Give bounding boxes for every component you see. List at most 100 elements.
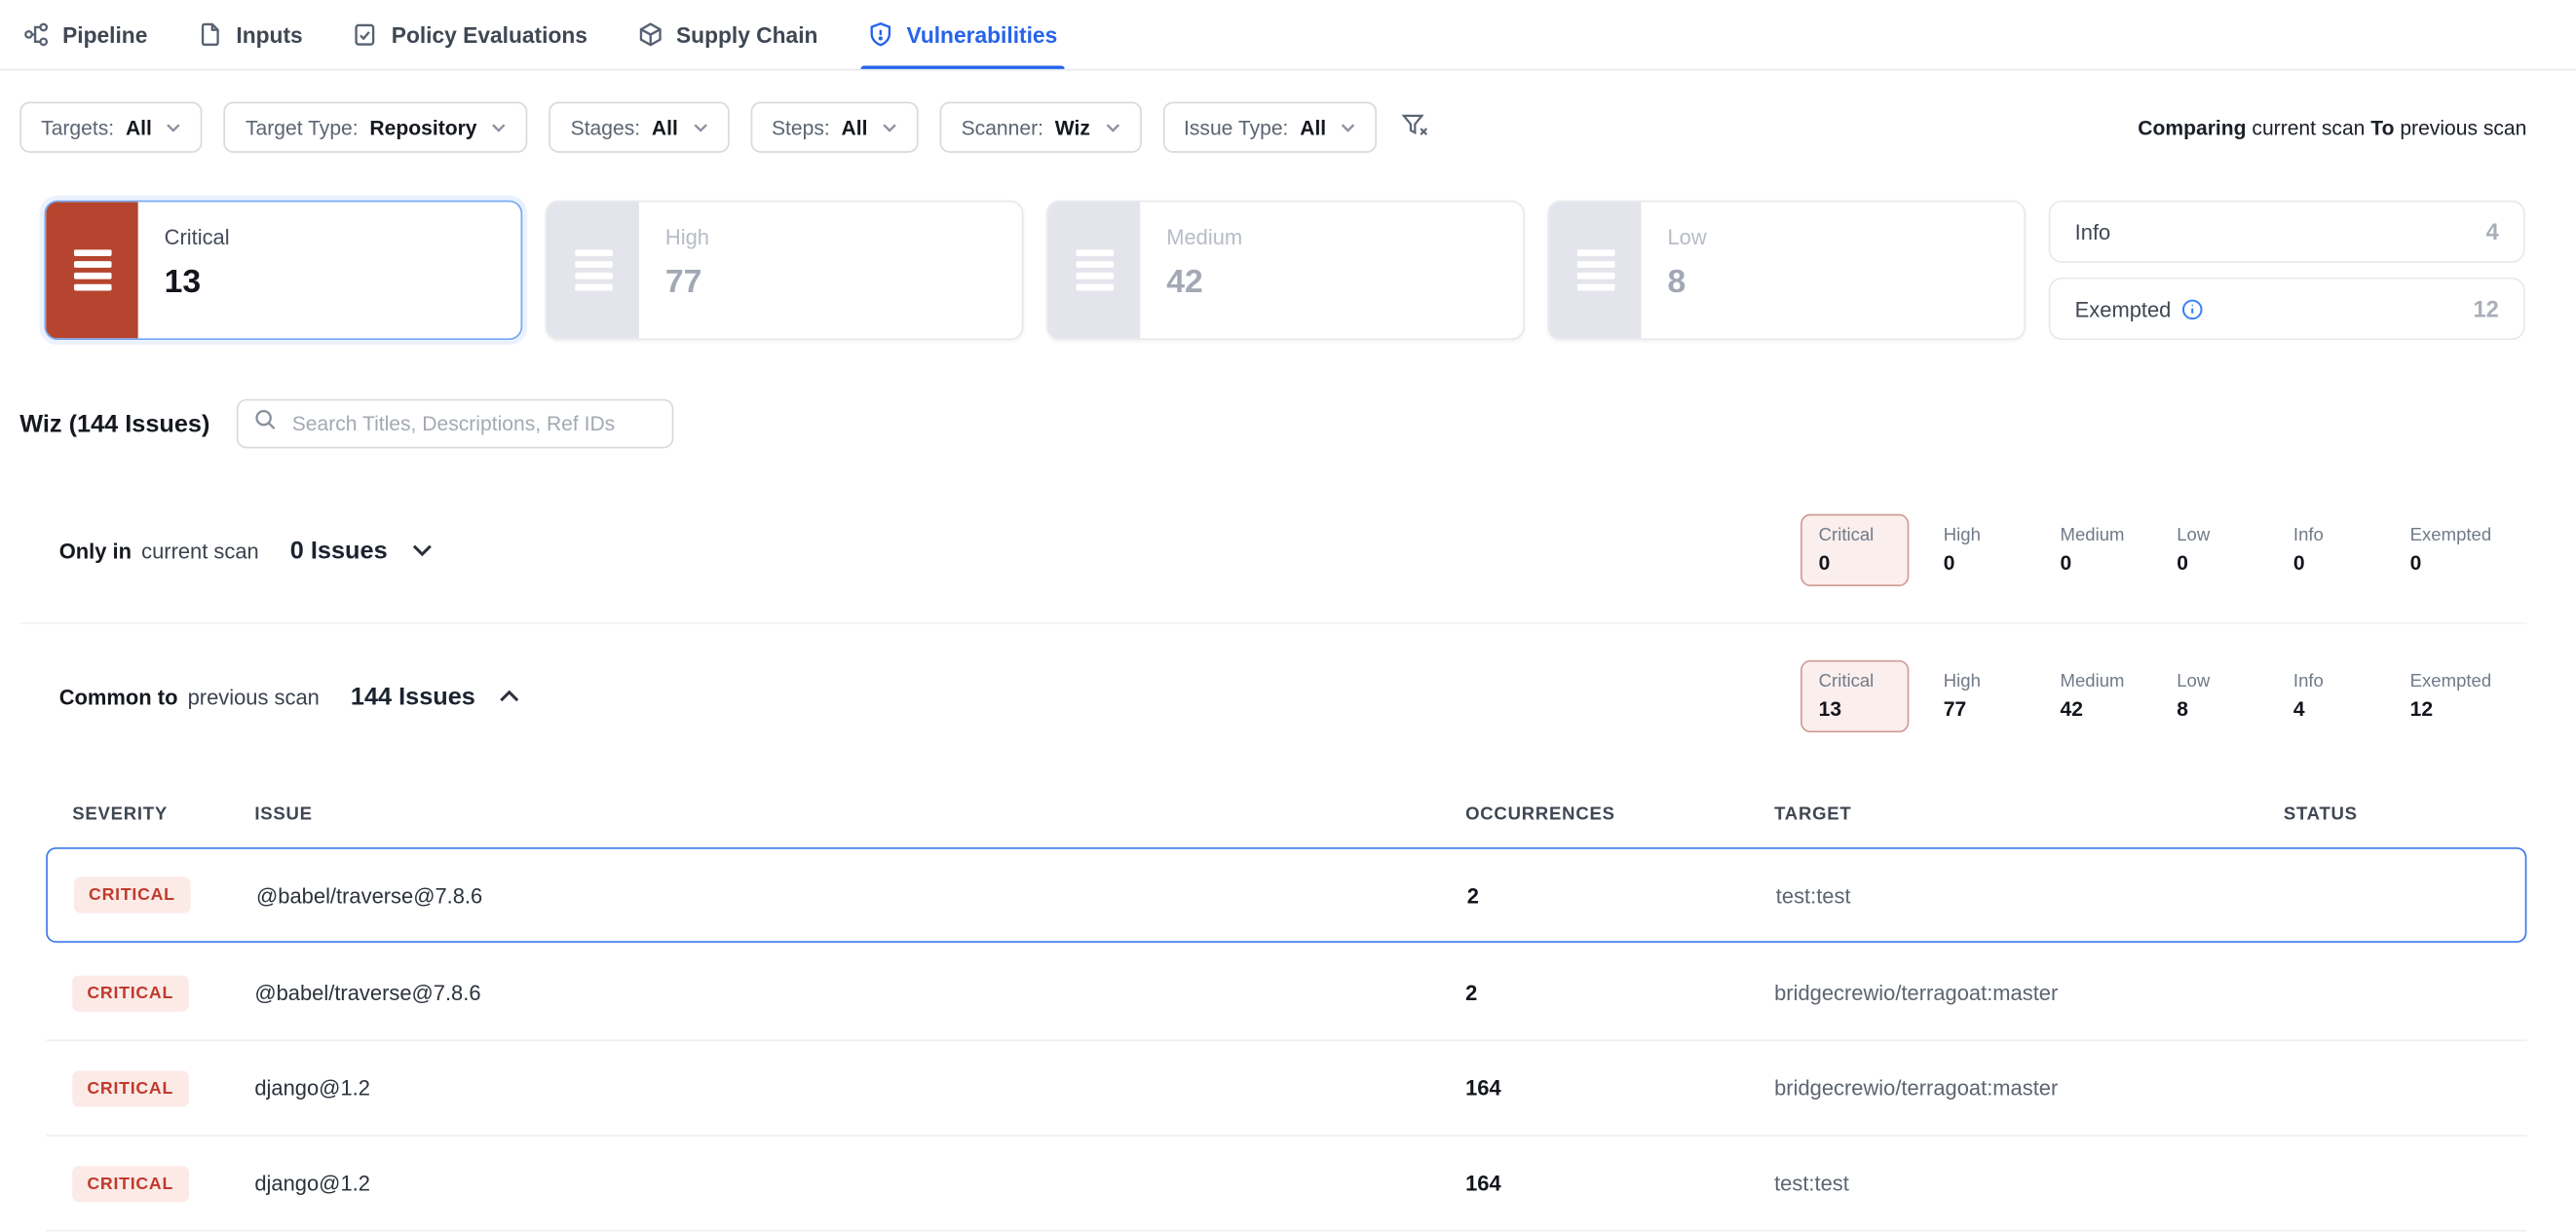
group-common-to-previous-scan: Common to previous scan 144 Issues Criti… [19, 622, 2526, 768]
scanner-section-title: Wiz (144 Issues) [19, 410, 209, 438]
pill-info: Info 4 [2293, 672, 2410, 722]
chevron-down-icon[interactable] [412, 543, 432, 556]
pill-count: 12 [2410, 698, 2527, 722]
group-issue-count: 144 Issues [351, 683, 475, 711]
severity-card-low[interactable]: Low 8 [1547, 201, 2026, 340]
target-cell: bridgecrewio/terragoat:master [1774, 1075, 2284, 1100]
pill-exempted: Exempted 12 [2410, 672, 2527, 722]
tab-inputs[interactable]: Inputs [197, 0, 303, 69]
comparing-target: previous scan [2400, 116, 2526, 139]
chevron-down-icon [167, 123, 181, 132]
pill-count: 77 [1944, 698, 2061, 722]
filter-stages[interactable]: Stages: All [549, 102, 729, 153]
tab-policy-evaluations[interactable]: Policy Evaluations [352, 0, 587, 69]
pill-label: Medium [2060, 526, 2177, 545]
pill-high: High 77 [1944, 672, 2061, 722]
severity-card-label: Critical [165, 225, 230, 249]
tab-pipeline-label: Pipeline [62, 22, 147, 47]
table-row[interactable]: CRITICAL django@1.2 164 test:test [46, 1137, 2526, 1232]
issue-search[interactable] [236, 399, 673, 449]
pill-count: 8 [2177, 698, 2293, 722]
search-input[interactable] [288, 411, 655, 437]
target-cell: test:test [1776, 882, 2286, 907]
top-tab-bar: Pipeline Inputs Policy Evaluations Suppl… [0, 0, 2576, 71]
table-row[interactable]: CRITICAL @babel/traverse@7.8.6 2 bridgec… [46, 946, 2526, 1041]
col-header-issue: ISSUE [254, 804, 1465, 824]
col-header-target: TARGET [1774, 804, 2284, 824]
secondary-stats: Info 4 Exempted 12 [2049, 201, 2525, 340]
filter-scanner-label: Scanner: [962, 116, 1043, 139]
exempted-stat-count: 12 [2473, 296, 2498, 322]
pill-label: High [1944, 526, 2061, 545]
pill-count: 13 [1819, 698, 1891, 722]
group-only-in-current-scan: Only in current scan 0 Issues Critical 0… [19, 478, 2526, 622]
severity-badge: CRITICAL [74, 877, 190, 913]
funnel-x-icon [1402, 112, 1430, 143]
tab-vulnerabilities[interactable]: Vulnerabilities [867, 0, 1057, 69]
filter-steps[interactable]: Steps: All [750, 102, 919, 153]
filter-target-type[interactable]: Target Type: Repository [224, 102, 528, 153]
col-header-occurrences: OCCURRENCES [1465, 804, 1774, 824]
occurrences-cell: 2 [1465, 981, 1774, 1005]
tab-supply-chain-label: Supply Chain [676, 22, 817, 47]
chevron-down-icon [1105, 123, 1119, 132]
table-row[interactable]: CRITICAL @babel/traverse@7.8.6 2 test:te… [46, 847, 2526, 943]
occurrences-cell: 2 [1467, 882, 1776, 907]
tab-policy-evaluations-label: Policy Evaluations [392, 22, 587, 47]
severity-badge: CRITICAL [72, 1165, 188, 1201]
comparing-to: To [2370, 116, 2394, 139]
severity-card-count: 8 [1667, 264, 1706, 302]
pill-exempted: Exempted 0 [2410, 526, 2527, 576]
col-header-status: STATUS [2284, 804, 2527, 824]
severity-badge: CRITICAL [72, 975, 188, 1011]
severity-card-critical[interactable]: Critical 13 [45, 201, 523, 340]
comparing-word: Comparing [2138, 116, 2246, 139]
exempted-stat[interactable]: Exempted 12 [2049, 278, 2525, 340]
severity-bars-icon [1048, 202, 1140, 338]
table-row[interactable]: CRITICAL django@1.2 164 bridgecrewio/ter… [46, 1041, 2526, 1137]
pill-count: 42 [2060, 698, 2177, 722]
chevron-down-icon [693, 123, 707, 132]
severity-card-high[interactable]: High 77 [546, 201, 1024, 340]
severity-summary-row: Critical 13 High 77 Medium 4 [45, 201, 2527, 340]
issue-cell: @babel/traverse@7.8.6 [256, 882, 1467, 907]
pill-label: Info [2293, 526, 2410, 545]
clear-filters-button[interactable] [1398, 108, 1432, 146]
pill-low: Low 0 [2177, 526, 2293, 576]
target-cell: test:test [1774, 1171, 2284, 1195]
pill-count: 4 [2293, 698, 2410, 722]
severity-card-count: 13 [165, 264, 230, 302]
filter-scanner[interactable]: Scanner: Wiz [940, 102, 1141, 153]
info-icon[interactable] [2181, 298, 2203, 319]
pill-medium: Medium 0 [2060, 526, 2177, 576]
tab-vulnerabilities-label: Vulnerabilities [906, 22, 1057, 47]
group-severity-pills: Critical 13 High 77 Medium 42 Low 8 Info [1800, 660, 2526, 732]
comparing-label: Comparing current scan To previous scan [2138, 116, 2526, 139]
chevron-down-icon [492, 123, 507, 132]
group-prefix: Only in [59, 538, 132, 562]
info-stat[interactable]: Info 4 [2049, 201, 2525, 263]
issues-table: SEVERITY ISSUE OCCURRENCES TARGET STATUS… [46, 778, 2526, 1231]
inputs-icon [197, 21, 223, 48]
comparing-scope: current scan [2252, 116, 2365, 139]
filter-target-type-value: Repository [369, 116, 476, 139]
filter-targets[interactable]: Targets: All [19, 102, 203, 153]
tab-pipeline[interactable]: Pipeline [23, 0, 148, 69]
filter-issue-type[interactable]: Issue Type: All [1162, 102, 1377, 153]
col-header-severity: SEVERITY [72, 804, 254, 824]
pill-label: Medium [2060, 672, 2177, 691]
chevron-up-icon[interactable] [500, 690, 519, 702]
occurrences-cell: 164 [1465, 1075, 1774, 1100]
filter-targets-value: All [126, 116, 152, 139]
pill-count: 0 [1944, 552, 2061, 576]
filter-stages-label: Stages: [571, 116, 640, 139]
pill-info: Info 0 [2293, 526, 2410, 576]
severity-card-medium[interactable]: Medium 42 [1046, 201, 1525, 340]
pill-label: Critical [1819, 526, 1891, 545]
tab-supply-chain[interactable]: Supply Chain [637, 0, 818, 69]
pill-high: High 0 [1944, 526, 2061, 576]
filter-targets-label: Targets: [41, 116, 114, 139]
exempted-stat-label: Exempted [2075, 296, 2172, 320]
pill-count: 0 [2410, 552, 2527, 576]
pill-label: Low [2177, 526, 2293, 545]
